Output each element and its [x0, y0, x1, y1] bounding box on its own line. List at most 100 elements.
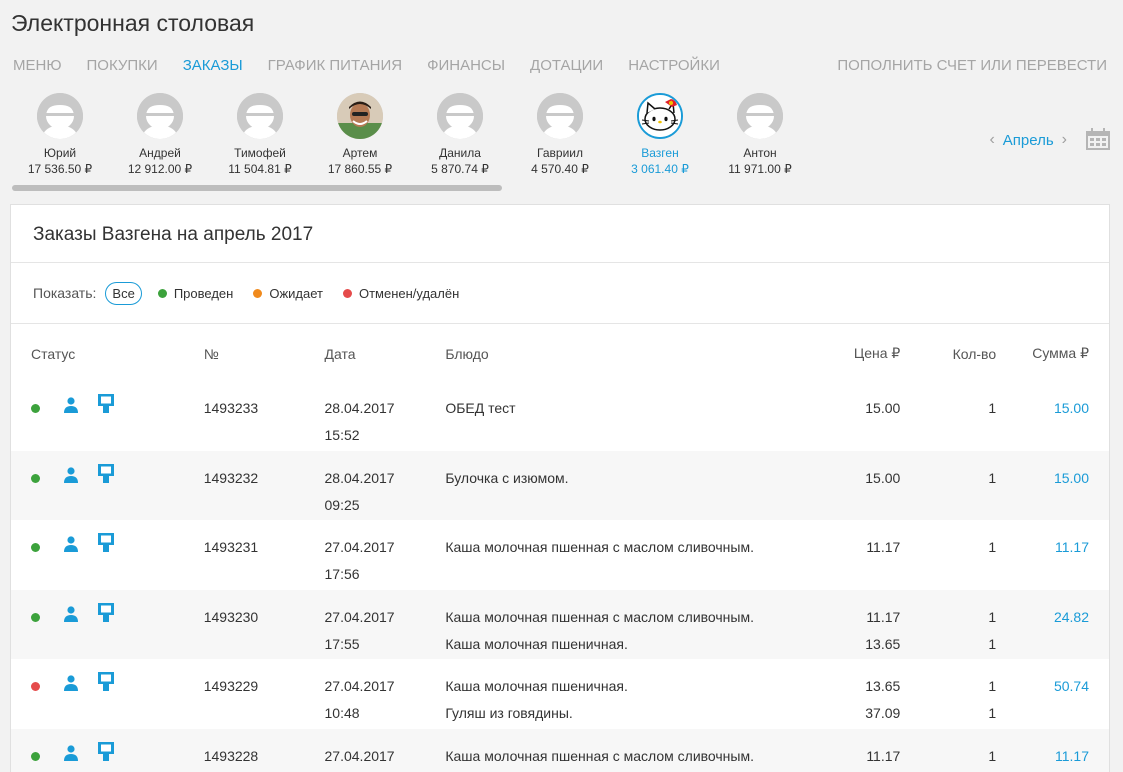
price-cell: 11.17 13.65 [834, 590, 900, 660]
table-row[interactable]: 1493232 28.04.2017 09:25 Булочка с изюмом. 1… [11, 450, 1109, 521]
table-row[interactable]: 1493233 28.04.2017 15:52 ОБЕД тест 15.00 1 15.… [11, 381, 1109, 451]
status-cell [11, 520, 204, 590]
date-cell: 27.04.2017 10:48 [325, 659, 446, 729]
status-dot-icon [31, 751, 40, 761]
dish-price: 11.17 [866, 608, 901, 625]
qty-cell: 1 [900, 520, 996, 590]
dish-price: 11.17 [866, 747, 901, 764]
dish-cell: Каша молочная пшеничная. Гуляш из говядин… [445, 659, 834, 729]
dish-qty: 1 [988, 469, 997, 486]
dish-price: 13.65 [865, 635, 901, 652]
order-sum-link[interactable]: 50.74 [996, 673, 1089, 700]
number-cell: 1493233 [204, 381, 325, 451]
calendar-icon[interactable] [1086, 128, 1110, 155]
green-dot-icon [157, 288, 167, 298]
nav-item-finances[interactable]: ФИНАНСЫ [427, 57, 505, 74]
dish-name: Каша молочная пшенная с маслом сливочным… [445, 608, 754, 625]
person-card[interactable]: Антон 11 971.00 ₽ [710, 93, 810, 177]
qty-cell: 11 [900, 590, 996, 660]
dish-qty: 1 [988, 635, 997, 652]
person-card[interactable]: Андрей 12 912.00 ₽ [110, 93, 210, 177]
month-label[interactable]: Апрель [999, 132, 1058, 149]
table-row[interactable]: 1493229 27.04.2017 10:48 Каша молочная пшен… [11, 659, 1109, 729]
qty-cell: 1 [900, 729, 996, 772]
table-row[interactable]: 1493228 27.04.201710:44Каша молочная пшен… [11, 728, 1109, 772]
filter-completed[interactable]: Проведен [157, 285, 234, 301]
date-cell: 28.04.2017 15:52 [325, 381, 446, 451]
person-balance: 3 061.40 ₽ [631, 162, 689, 176]
filter-label: Показать: [33, 285, 97, 301]
number-cell: 1493232 [204, 451, 325, 521]
person-card[interactable]: Артем 17 860.55 ₽ [310, 93, 410, 177]
nav-item-purchases[interactable]: ПОКУПКИ [87, 57, 158, 74]
dish-cell: Каша молочная пшенная с маслом сливочным… [445, 729, 834, 772]
top-up-link[interactable]: ПОПОЛНИТЬ СЧЕТ ИЛИ ПЕРЕВЕСТИ [837, 57, 1107, 74]
default-avatar-icon [37, 93, 83, 139]
dish-name: Гуляш из говядины. [445, 705, 573, 721]
qty-cell: 11 [900, 659, 996, 729]
nav-item-orders[interactable]: ЗАКАЗЫ [183, 57, 243, 74]
date-cell: 28.04.2017 09:25 [325, 451, 446, 521]
filter-cancelled[interactable]: Отменен/удалён [342, 286, 459, 301]
order-sum-link[interactable]: 15.00 [996, 395, 1089, 422]
nav-item-settings[interactable]: НАСТРОЙКИ [628, 57, 720, 74]
filter-pending[interactable]: Ожидает [253, 286, 323, 301]
nav-item-menu[interactable]: МЕНЮ [13, 57, 62, 74]
dish-name: Каша молочная пшеничная. [445, 678, 628, 694]
person-icon [64, 605, 78, 625]
sum-cell: 24.82 [996, 590, 1109, 660]
order-date: 27.04.2017 [324, 678, 395, 694]
order-date: 27.04.2017 [324, 539, 395, 555]
default-avatar-icon [237, 93, 283, 139]
filter-completed-label: Проведен [173, 285, 234, 301]
dish-cell: Каша молочная пшенная с маслом сливочным… [445, 520, 834, 590]
next-month-button[interactable]: › [1058, 131, 1071, 149]
order-sum-link[interactable]: 11.17 [996, 743, 1089, 770]
person-balance: 17 536.50 ₽ [27, 162, 93, 176]
person-balance: 17 860.55 ₽ [327, 162, 393, 176]
dish-cell: Каша молочная пшенная с маслом сливочным… [445, 590, 834, 660]
status-dot-icon [31, 682, 40, 691]
prev-month-button[interactable]: ‹ [985, 131, 998, 149]
status-cell [11, 451, 204, 521]
price-cell: 11.17 [834, 520, 900, 590]
hello-kitty-avatar-icon [637, 93, 683, 139]
dish-name: ОБЕД тест [445, 400, 516, 416]
dish-name: Каша молочная пшенная с маслом сливочным… [445, 747, 754, 764]
date-cell: 27.04.2017 17:56 [325, 520, 446, 590]
filter-all-button[interactable]: Все [105, 281, 142, 305]
person-card[interactable]: Тимофей 11 504.81 ₽ [210, 93, 310, 177]
order-time: 09:25 [324, 496, 360, 513]
table-row[interactable]: 1493230 27.04.2017 17:55 Каша молочная пшен… [11, 589, 1109, 660]
terminal-icon [98, 533, 114, 555]
dish-name: Каша молочная пшеничная. [445, 635, 628, 652]
sum-cell: 50.74 [996, 659, 1109, 729]
default-avatar-icon [437, 93, 483, 139]
price-cell: 13.65 37.09 [834, 659, 900, 729]
filter-pending-label: Ожидает [269, 285, 323, 301]
order-sum-link[interactable]: 24.82 [996, 604, 1089, 631]
person-card[interactable]: Вазген 3 061.40 ₽ [610, 93, 710, 177]
sum-cell: 15.00 [996, 451, 1109, 521]
people-scrollbar[interactable] [12, 185, 502, 191]
order-sum-link[interactable]: 15.00 [996, 465, 1089, 492]
person-card[interactable]: Гавриил 4 570.40 ₽ [510, 93, 610, 177]
person-card[interactable]: Юрий 17 536.50 ₽ [10, 93, 110, 177]
panel-title: Заказы Вазгена на апрель 2017 [11, 205, 1109, 263]
sum-cell: 11.17 [996, 520, 1109, 590]
order-time: 10:48 [324, 705, 360, 721]
nav-item-meal-schedule[interactable]: ГРАФИК ПИТАНИЯ [268, 57, 402, 74]
person-balance: 11 504.81 ₽ [228, 162, 292, 176]
col-qty: Кол-во [952, 345, 997, 362]
order-number: 1493233 [203, 400, 259, 416]
order-sum-link[interactable]: 11.17 [996, 534, 1089, 561]
table-row[interactable]: 1493231 27.04.2017 17:56 Каша молочная пшен… [11, 520, 1109, 590]
order-number: 1493229 [203, 678, 259, 694]
status-cell [11, 659, 204, 729]
dish-name: Булочка с изюмом. [445, 469, 569, 486]
default-avatar-icon [137, 93, 183, 139]
person-name: Тимофей [234, 146, 286, 160]
dish-price: 13.65 [865, 678, 901, 694]
nav-item-subsidies[interactable]: ДОТАЦИИ [530, 57, 603, 74]
person-card[interactable]: Данила 5 870.74 ₽ [410, 93, 510, 177]
